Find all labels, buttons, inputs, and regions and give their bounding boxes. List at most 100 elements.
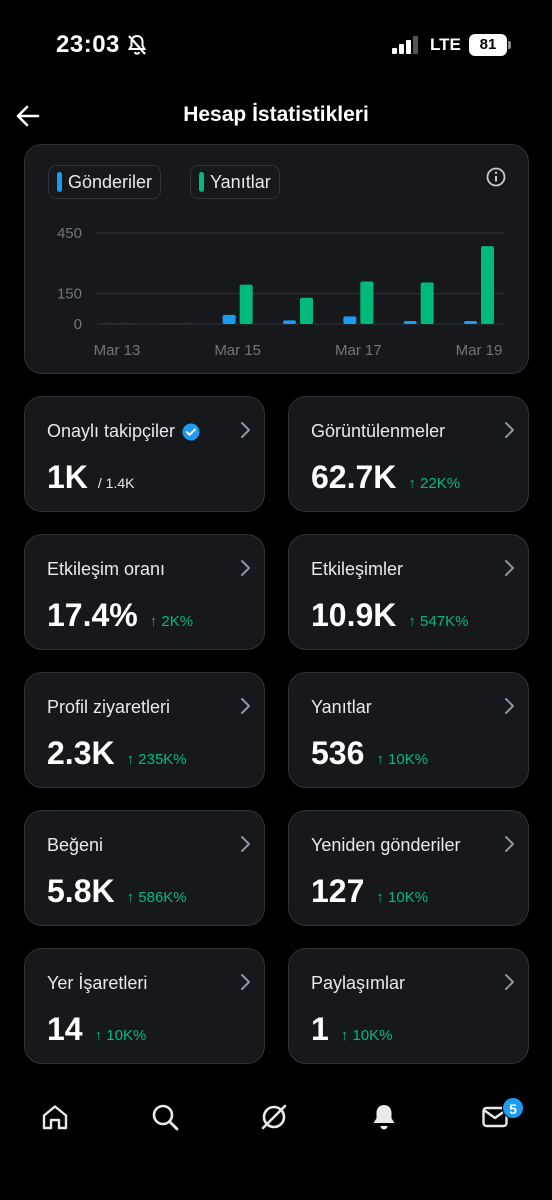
bar-replies bbox=[239, 284, 253, 324]
stat-value-text: 5.8K bbox=[47, 873, 115, 909]
bar-posts bbox=[403, 321, 417, 324]
stat-value-text: 127 bbox=[311, 873, 365, 909]
bar-replies bbox=[179, 323, 193, 324]
stat-label: Yer İşaretleri bbox=[47, 973, 147, 994]
battery-icon: 81 bbox=[469, 34, 511, 56]
stat-change: ↑ 586K% bbox=[126, 889, 187, 906]
bar-replies bbox=[481, 246, 494, 324]
stat-value-text: 17.4% bbox=[47, 597, 138, 633]
y-tick-label: 150 bbox=[57, 286, 82, 303]
stat-label-text: Onaylı takipçiler bbox=[47, 421, 176, 441]
stat-value: 2.3K ↑ 235K% bbox=[47, 735, 187, 772]
stat-card[interactable]: Onaylı takipçiler 1K / 1.4K bbox=[24, 396, 265, 512]
chevron-right-icon bbox=[505, 698, 514, 714]
verified-badge-icon bbox=[182, 423, 200, 440]
stat-change: ↑ 10K% bbox=[340, 1027, 393, 1044]
stat-value-text: 62.7K bbox=[311, 459, 397, 495]
stat-card[interactable]: Profil ziyaretleri 2.3K ↑ 235K% bbox=[24, 672, 265, 788]
stat-total: / 1.4K bbox=[97, 475, 135, 491]
stat-change: ↑ 235K% bbox=[126, 751, 187, 768]
stat-label: Paylaşımlar bbox=[311, 973, 405, 994]
x-tick-label: Mar 19 bbox=[456, 342, 503, 359]
home-icon bbox=[42, 1105, 68, 1130]
stat-label-text: Yer İşaretleri bbox=[47, 973, 148, 993]
stat-value: 62.7K ↑ 22K% bbox=[311, 459, 460, 496]
bar-replies bbox=[420, 282, 434, 324]
chevron-right-icon bbox=[505, 836, 514, 852]
chevron-right-icon bbox=[241, 974, 250, 990]
nav-home[interactable] bbox=[33, 1095, 77, 1139]
notifications-icon bbox=[373, 1105, 395, 1130]
stat-value-text: 10.9K bbox=[311, 597, 397, 633]
stat-label-text: Etkileşim oranı bbox=[47, 559, 166, 579]
stat-label-text: Yeniden gönderiler bbox=[311, 835, 461, 855]
bar-chart: 0 150 450 Mar 13 Mar 15 Mar 17 Mar 19 bbox=[57, 225, 505, 359]
stat-value-text: 14 bbox=[47, 1011, 83, 1047]
stat-card[interactable]: Beğeni 5.8K ↑ 586K% bbox=[24, 810, 265, 926]
y-tick-label: 450 bbox=[57, 225, 82, 242]
stat-label: Etkileşimler bbox=[311, 559, 403, 580]
stat-label: Görüntülenmeler bbox=[311, 421, 445, 442]
stat-label: Beğeni bbox=[47, 835, 103, 856]
bar-replies bbox=[300, 297, 313, 324]
stat-label-text: Paylaşımlar bbox=[311, 973, 406, 993]
stat-card[interactable]: Görüntülenmeler 62.7K ↑ 22K% bbox=[288, 396, 529, 512]
grok-icon bbox=[261, 1104, 287, 1130]
bar-replies bbox=[360, 281, 374, 324]
page-title: Hesap İstatistikleri bbox=[183, 103, 369, 126]
chevron-right-icon bbox=[241, 836, 250, 852]
nav-grok[interactable] bbox=[252, 1095, 296, 1139]
stat-label-text: Yanıtlar bbox=[311, 697, 372, 717]
chevron-right-icon bbox=[505, 560, 514, 576]
stat-label-text: Görüntülenmeler bbox=[311, 421, 446, 441]
stat-label: Yanıtlar bbox=[311, 697, 372, 718]
stat-value: 127 ↑ 10K% bbox=[311, 873, 428, 910]
stat-value-text: 536 bbox=[311, 735, 365, 771]
stat-value: 1 ↑ 10K% bbox=[311, 1011, 393, 1048]
search-icon bbox=[152, 1104, 179, 1131]
stat-value-text: 1K bbox=[47, 459, 88, 495]
bar-posts bbox=[283, 320, 296, 324]
stat-change: ↑ 2K% bbox=[149, 613, 194, 630]
x-tick-label: Mar 17 bbox=[335, 342, 382, 359]
stat-change: ↑ 10K% bbox=[376, 751, 429, 768]
bell-off-icon bbox=[127, 34, 147, 55]
stat-value: 1K / 1.4K bbox=[47, 459, 135, 496]
stat-card[interactable]: Etkileşim oranı 17.4% ↑ 2K% bbox=[24, 534, 265, 650]
chart-card: Gönderiler Yanıtlar 0 150 450 Mar 13 Mar 15 M… bbox=[24, 144, 529, 374]
chevron-right-icon bbox=[241, 560, 250, 576]
bar-posts bbox=[222, 314, 236, 324]
stat-card[interactable]: Yanıtlar 536 ↑ 10K% bbox=[288, 672, 529, 788]
chevron-right-icon bbox=[241, 698, 250, 714]
stat-value: 17.4% ↑ 2K% bbox=[47, 597, 193, 634]
nav-search[interactable] bbox=[143, 1095, 187, 1139]
y-tick-label: 0 bbox=[74, 316, 82, 333]
stat-card[interactable]: Yer İşaretleri 14 ↑ 10K% bbox=[24, 948, 265, 1064]
nav-notifications[interactable] bbox=[362, 1095, 406, 1139]
stat-label-text: Profil ziyaretleri bbox=[47, 697, 171, 717]
stat-label: Yeniden gönderiler bbox=[311, 835, 460, 856]
status-bar: 23:03 LTE 81 bbox=[0, 0, 552, 90]
bar-posts bbox=[464, 321, 477, 324]
bar-posts bbox=[162, 323, 176, 324]
stat-value: 536 ↑ 10K% bbox=[311, 735, 428, 772]
stat-card[interactable]: Etkileşimler 10.9K ↑ 547K% bbox=[288, 534, 529, 650]
stat-card[interactable]: Yeniden gönderiler 127 ↑ 10K% bbox=[288, 810, 529, 926]
bar-replies bbox=[119, 323, 132, 324]
stat-label-text: Etkileşimler bbox=[311, 559, 404, 579]
messages-badge: 5 bbox=[502, 1097, 524, 1119]
network-type: LTE bbox=[430, 35, 461, 54]
stat-card[interactable]: Paylaşımlar 1 ↑ 10K% bbox=[288, 948, 529, 1064]
signal-icon bbox=[392, 36, 418, 54]
stat-change: ↑ 22K% bbox=[408, 475, 461, 492]
bar-posts bbox=[343, 316, 357, 324]
bar-posts bbox=[102, 323, 115, 324]
chevron-right-icon bbox=[505, 974, 514, 990]
stat-label: Profil ziyaretleri bbox=[47, 697, 170, 718]
stat-value-text: 2.3K bbox=[47, 735, 115, 771]
stat-label-text: Beğeni bbox=[47, 835, 104, 855]
stat-change: ↑ 547K% bbox=[408, 613, 469, 630]
x-tick-label: Mar 13 bbox=[94, 342, 141, 359]
status-time: 23:03 bbox=[56, 31, 120, 58]
stat-value: 10.9K ↑ 547K% bbox=[311, 597, 468, 634]
